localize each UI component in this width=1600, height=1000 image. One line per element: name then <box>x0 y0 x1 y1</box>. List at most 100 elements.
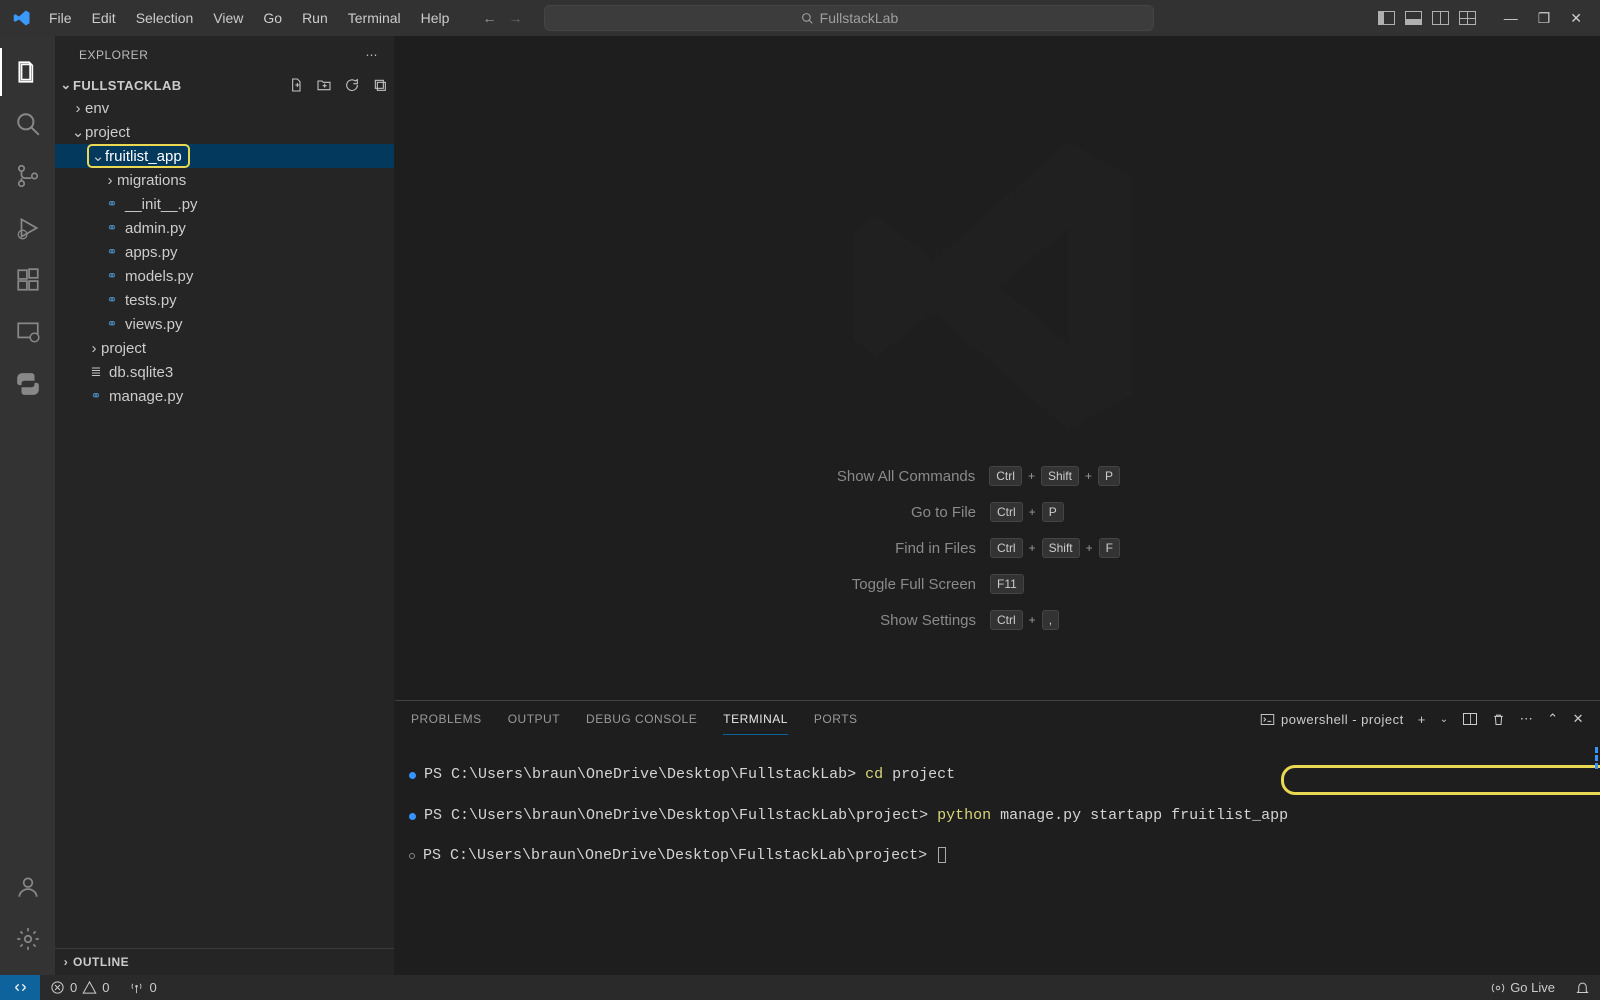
term-prompt: PS C:\Users\braun\OneDrive\Desktop\Fulls… <box>423 847 927 864</box>
tree-folder-migrations[interactable]: › migrations <box>55 168 394 192</box>
tree-file-models[interactable]: ⚭ models.py <box>55 264 394 288</box>
shortcut-label: Show Settings <box>776 612 976 629</box>
tree-file-views[interactable]: ⚭ views.py <box>55 312 394 336</box>
menu-selection[interactable]: Selection <box>127 4 203 32</box>
activity-remote-explorer-icon[interactable] <box>0 306 55 358</box>
menu-help[interactable]: Help <box>412 4 459 32</box>
activity-search-icon[interactable] <box>0 98 55 150</box>
kbd: Ctrl <box>990 502 1023 522</box>
status-ports[interactable]: 0 <box>119 975 166 1000</box>
term-cmd: python <box>937 807 991 824</box>
terminal-body[interactable]: PS C:\Users\braun\OneDrive\Desktop\Fulls… <box>395 737 1600 975</box>
tree-file-db[interactable]: ≣ db.sqlite3 <box>55 360 394 384</box>
status-notifications[interactable] <box>1565 980 1600 995</box>
tab-ports[interactable]: PORTS <box>814 704 858 734</box>
shortcut-label: Toggle Full Screen <box>776 576 976 593</box>
tree-label: admin.py <box>125 220 186 237</box>
terminal-profile-label[interactable]: powershell - project <box>1260 712 1404 727</box>
tree-file-init[interactable]: ⚭ __init__.py <box>55 192 394 216</box>
kbd: F <box>1099 538 1120 558</box>
kill-terminal-icon[interactable] <box>1491 712 1506 727</box>
tab-output[interactable]: OUTPUT <box>508 704 560 734</box>
tree-label: views.py <box>125 316 183 333</box>
chevron-down-icon[interactable]: ⌄ <box>59 77 73 93</box>
tree-label: __init__.py <box>125 196 198 213</box>
nav-forward-icon[interactable]: → <box>508 10 522 26</box>
term-prompt: PS C:\Users\braun\OneDrive\Desktop\Fulls… <box>424 766 856 783</box>
new-file-icon[interactable] <box>288 77 304 93</box>
outline-section[interactable]: › OUTLINE <box>55 948 394 975</box>
window-close-icon[interactable]: ✕ <box>1570 10 1582 27</box>
menu-file[interactable]: File <box>40 4 81 32</box>
close-panel-icon[interactable]: ✕ <box>1573 711 1584 727</box>
shortcut-toggle-fullscreen: Toggle Full Screen F11 <box>776 574 1120 594</box>
split-terminal-icon[interactable] <box>1463 713 1477 725</box>
terminal-dropdown-icon[interactable]: ⌄ <box>1440 714 1449 725</box>
main-menu: File Edit Selection View Go Run Terminal… <box>40 4 458 32</box>
maximize-panel-icon[interactable]: ⌃ <box>1547 711 1558 727</box>
python-file-icon: ⚭ <box>103 244 121 260</box>
activity-explorer-icon[interactable] <box>0 46 55 98</box>
tab-terminal[interactable]: TERMINAL <box>723 704 788 735</box>
activity-run-debug-icon[interactable] <box>0 202 55 254</box>
window-restore-icon[interactable]: ❐ <box>1538 10 1551 27</box>
toggle-panel-icon[interactable] <box>1405 11 1422 25</box>
bottom-panel: PROBLEMS OUTPUT DEBUG CONSOLE TERMINAL P… <box>395 700 1600 975</box>
panel-more-icon[interactable]: ⋯ <box>1520 711 1534 727</box>
tree-file-apps[interactable]: ⚭ apps.py <box>55 240 394 264</box>
toggle-secondary-sidebar-icon[interactable] <box>1432 11 1449 25</box>
shortcut-show-settings: Show Settings Ctrl+, <box>776 610 1120 630</box>
activity-python-icon[interactable] <box>0 358 55 410</box>
activity-extensions-icon[interactable] <box>0 254 55 306</box>
tree-label: models.py <box>125 268 193 285</box>
activity-source-control-icon[interactable] <box>0 150 55 202</box>
menu-run[interactable]: Run <box>293 4 337 32</box>
kbd: P <box>1042 502 1064 522</box>
search-icon <box>801 12 814 25</box>
tree-folder-fruitlist-app[interactable]: ⌄ fruitlist_app <box>55 144 394 168</box>
new-terminal-icon[interactable]: + <box>1418 712 1426 727</box>
command-center[interactable]: FullstackLab <box>544 5 1154 31</box>
activity-accounts-icon[interactable] <box>0 861 55 913</box>
tree-file-admin[interactable]: ⚭ admin.py <box>55 216 394 240</box>
shortcut-show-all-commands: Show All Commands Ctrl+Shift+P <box>775 466 1120 486</box>
remote-indicator[interactable] <box>0 975 40 1000</box>
window-minimize-icon[interactable]: — <box>1504 10 1518 27</box>
explorer-more-icon[interactable]: ⋯ <box>366 48 379 62</box>
tree-label: project <box>85 124 130 141</box>
vscode-logo-icon <box>12 8 32 28</box>
menu-view[interactable]: View <box>204 4 252 32</box>
python-file-icon: ⚭ <box>103 316 121 332</box>
tree-label: fruitlist_app <box>105 148 182 165</box>
collapse-all-icon[interactable] <box>372 77 388 93</box>
tree-file-manage[interactable]: ⚭ manage.py <box>55 384 394 408</box>
search-placeholder: FullstackLab <box>820 10 899 26</box>
customize-layout-icon[interactable] <box>1459 11 1476 25</box>
activity-settings-icon[interactable] <box>0 913 55 965</box>
python-file-icon: ⚭ <box>87 388 105 404</box>
warning-icon <box>82 980 97 995</box>
tree-folder-env[interactable]: › env <box>55 96 394 120</box>
status-go-live[interactable]: Go Live <box>1481 980 1565 995</box>
kbd: Ctrl <box>989 466 1022 486</box>
nav-back-icon[interactable]: ← <box>482 10 496 26</box>
menu-go[interactable]: Go <box>254 4 291 32</box>
refresh-icon[interactable] <box>344 77 360 93</box>
tab-debug-console[interactable]: DEBUG CONSOLE <box>586 704 697 734</box>
tree-folder-inner-project[interactable]: › project <box>55 336 394 360</box>
term-arg: manage.py startapp fruitlist_app <box>1000 807 1288 824</box>
new-folder-icon[interactable] <box>316 77 332 93</box>
tree-file-tests[interactable]: ⚭ tests.py <box>55 288 394 312</box>
workspace-name: FULLSTACKLAB <box>73 78 182 93</box>
error-icon <box>50 980 65 995</box>
outline-title: OUTLINE <box>73 955 129 969</box>
python-file-icon: ⚭ <box>103 196 121 212</box>
menu-edit[interactable]: Edit <box>83 4 125 32</box>
toggle-primary-sidebar-icon[interactable] <box>1378 11 1395 25</box>
menu-terminal[interactable]: Terminal <box>339 4 410 32</box>
tree-label: manage.py <box>109 388 183 405</box>
chevron-right-icon: › <box>103 172 117 189</box>
tree-folder-project[interactable]: ⌄ project <box>55 120 394 144</box>
status-problems[interactable]: 0 0 <box>40 975 119 1000</box>
tab-problems[interactable]: PROBLEMS <box>411 704 482 734</box>
